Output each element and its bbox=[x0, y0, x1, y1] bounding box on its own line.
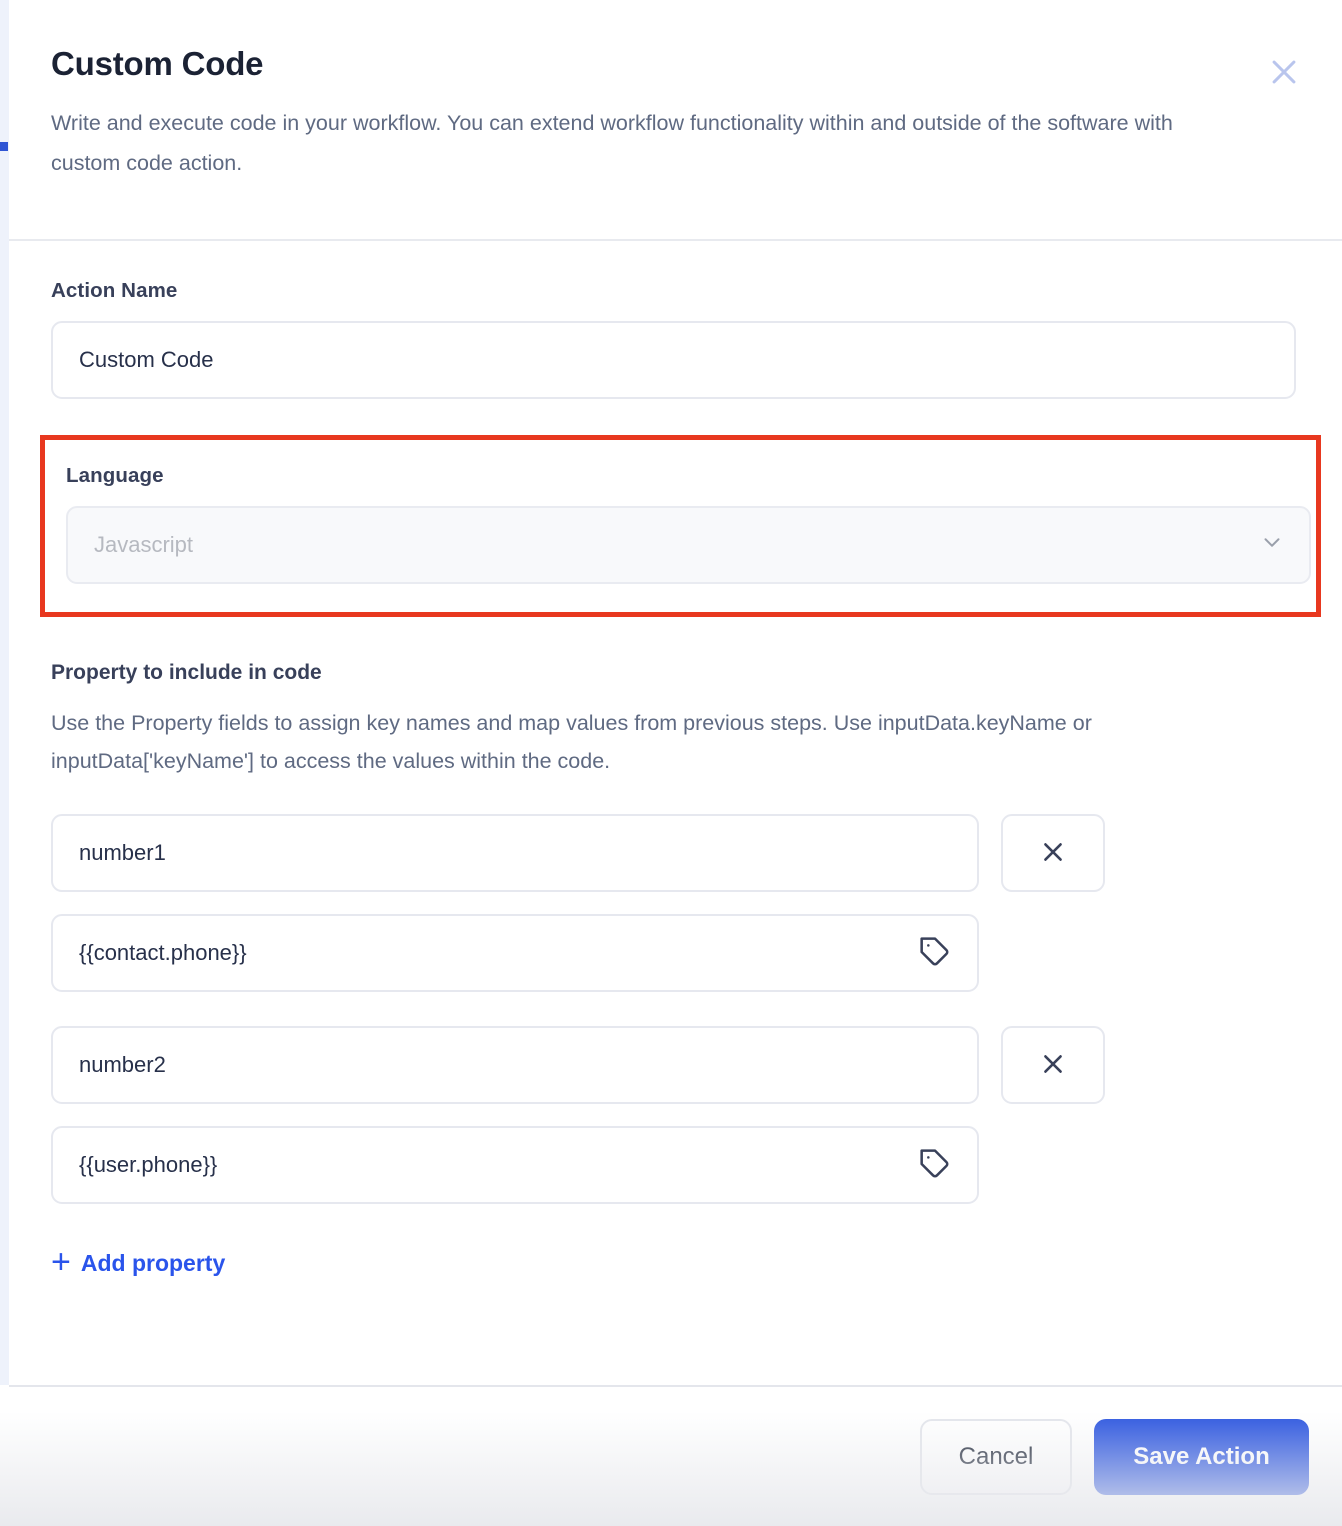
edge-marker bbox=[0, 142, 8, 151]
language-select-wrap: Javascript bbox=[66, 506, 1311, 584]
property-value-row: {{contact.phone}} bbox=[51, 914, 979, 992]
remove-property-button[interactable] bbox=[1001, 814, 1105, 892]
modal-body: Action Name Custom Code Language Javascr… bbox=[9, 241, 1342, 1280]
action-name-field-group: Action Name Custom Code bbox=[51, 279, 1300, 399]
screen: Custom Code Write and execute code in yo… bbox=[0, 0, 1342, 1526]
action-name-label: Action Name bbox=[51, 279, 1300, 303]
remove-property-button[interactable] bbox=[1001, 1026, 1105, 1104]
property-key-input[interactable]: number2 bbox=[51, 1026, 979, 1104]
action-name-input[interactable]: Custom Code bbox=[51, 321, 1296, 399]
properties-section-title: Property to include in code bbox=[51, 661, 1300, 685]
page-edge-sliver bbox=[0, 0, 9, 1385]
page-title: Custom Code bbox=[51, 44, 1300, 84]
cancel-button[interactable]: Cancel bbox=[920, 1419, 1072, 1495]
properties-section: Property to include in code Use the Prop… bbox=[51, 661, 1300, 1280]
property-value-input[interactable]: {{contact.phone}} bbox=[51, 914, 979, 992]
tag-icon bbox=[919, 1148, 951, 1183]
modal-footer: Cancel Save Action bbox=[9, 1385, 1342, 1526]
property-value-input[interactable]: {{user.phone}} bbox=[51, 1126, 979, 1204]
insert-variable-button[interactable] bbox=[913, 931, 957, 975]
property-key-input[interactable]: number1 bbox=[51, 814, 979, 892]
property-group: number2 {{user.phone}} bbox=[51, 1026, 1300, 1204]
property-group: number1 {{contact.phone}} bbox=[51, 814, 1300, 992]
properties-section-description: Use the Property fields to assign key na… bbox=[51, 705, 1211, 780]
add-property-label: Add property bbox=[81, 1250, 225, 1277]
tag-icon bbox=[919, 936, 951, 971]
close-icon bbox=[1039, 1050, 1067, 1081]
modal-header: Custom Code Write and execute code in yo… bbox=[9, 0, 1342, 241]
language-select[interactable]: Javascript bbox=[66, 506, 1311, 584]
modal-subtitle: Write and execute code in your workflow.… bbox=[51, 103, 1231, 185]
add-property-button[interactable]: + Add property bbox=[51, 1246, 225, 1280]
close-icon bbox=[1267, 55, 1301, 89]
close-icon bbox=[1039, 838, 1067, 869]
plus-icon: + bbox=[51, 1245, 71, 1279]
save-action-button[interactable]: Save Action bbox=[1094, 1419, 1309, 1495]
custom-code-modal: Custom Code Write and execute code in yo… bbox=[9, 0, 1342, 1526]
insert-variable-button[interactable] bbox=[913, 1143, 957, 1187]
language-highlight-box: Language Javascript bbox=[40, 435, 1321, 617]
language-label: Language bbox=[66, 464, 1316, 488]
property-value-row: {{user.phone}} bbox=[51, 1126, 979, 1204]
property-key-row: number2 bbox=[51, 1026, 1300, 1104]
close-button[interactable] bbox=[1264, 52, 1304, 92]
property-key-row: number1 bbox=[51, 814, 1300, 892]
